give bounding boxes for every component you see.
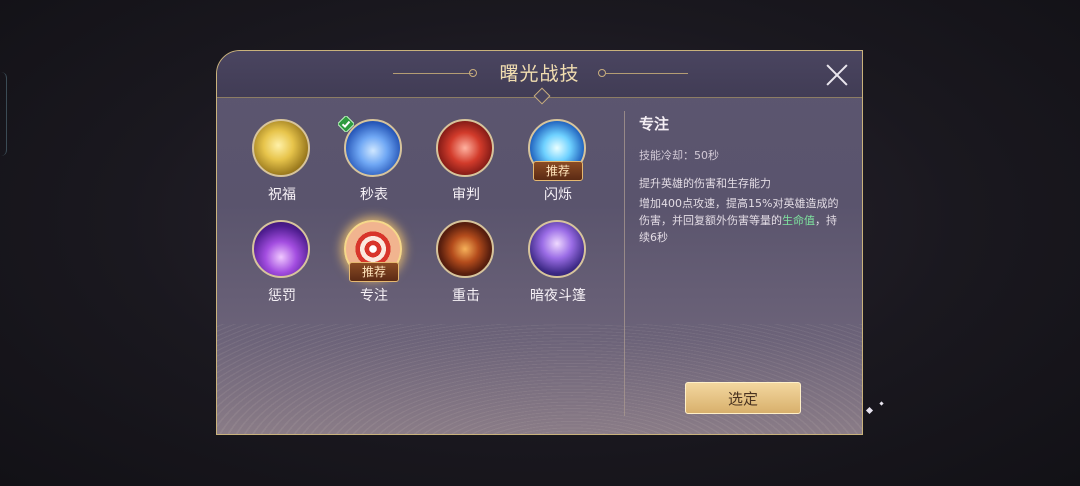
skill-detail-panel: 专注 技能冷却：50秒 提升英雄的伤害和生存能力 增加400点攻速，提高15%对… bbox=[639, 113, 844, 246]
sparkle-decoration bbox=[879, 401, 884, 406]
description-highlight: 生命值 bbox=[782, 214, 815, 227]
skill-blessing[interactable]: 祝福 bbox=[242, 119, 322, 209]
skill-label: 祝福 bbox=[268, 187, 296, 203]
skill-label: 专注 bbox=[360, 288, 388, 304]
equipped-check-icon bbox=[338, 116, 354, 132]
skill-label: 惩罚 bbox=[268, 288, 296, 304]
recommended-badge: 推荐 bbox=[533, 161, 583, 181]
skill-label: 闪烁 bbox=[544, 187, 572, 203]
skill-night-cloak[interactable]: 暗夜斗篷 bbox=[518, 220, 598, 310]
skill-smash[interactable]: 重击 bbox=[426, 220, 506, 310]
panel-divider bbox=[624, 111, 625, 416]
skill-cooldown: 技能冷却：50秒 bbox=[639, 149, 719, 162]
skill-summary: 提升英雄的伤害和生存能力 bbox=[639, 177, 771, 190]
punish-icon bbox=[252, 220, 310, 278]
skill-stopwatch[interactable]: 秒表 bbox=[334, 116, 414, 209]
select-confirm-button[interactable]: 选定 bbox=[685, 382, 801, 414]
recommended-badge: 推荐 bbox=[349, 262, 399, 282]
dialog-title: 曙光战技 bbox=[499, 63, 580, 85]
background-pattern bbox=[217, 324, 862, 434]
skill-label: 秒表 bbox=[360, 187, 388, 203]
left-edge-tab bbox=[0, 72, 7, 156]
skill-judgment[interactable]: 审判 bbox=[426, 119, 506, 209]
skill-label: 审判 bbox=[452, 187, 480, 203]
night-cloak-icon bbox=[528, 220, 586, 278]
skill-flash[interactable]: 推荐 闪烁 bbox=[518, 119, 598, 209]
title-ornament-right bbox=[598, 69, 606, 77]
blessing-icon bbox=[252, 119, 310, 177]
judgment-icon bbox=[436, 119, 494, 177]
skill-label: 暗夜斗篷 bbox=[530, 288, 586, 304]
skill-select-dialog: 曙光战技 祝福 秒表 审判 推荐 闪烁 惩罚 推荐 专注 重击 暗夜斗篷 专注 … bbox=[216, 50, 863, 435]
skill-detail-name: 专注 bbox=[639, 115, 670, 133]
title-divider-right bbox=[606, 73, 688, 74]
smash-icon bbox=[436, 220, 494, 278]
skill-description: 增加400点攻速，提高15%对英雄造成的伤害，并回复额外伤害等量的生命值，持续6… bbox=[639, 195, 844, 246]
skill-punish[interactable]: 惩罚 bbox=[242, 220, 322, 310]
close-button[interactable] bbox=[823, 61, 851, 89]
skill-label: 重击 bbox=[452, 288, 480, 304]
sparkle-decoration bbox=[865, 406, 874, 415]
skill-focus[interactable]: 推荐 专注 bbox=[334, 220, 414, 310]
